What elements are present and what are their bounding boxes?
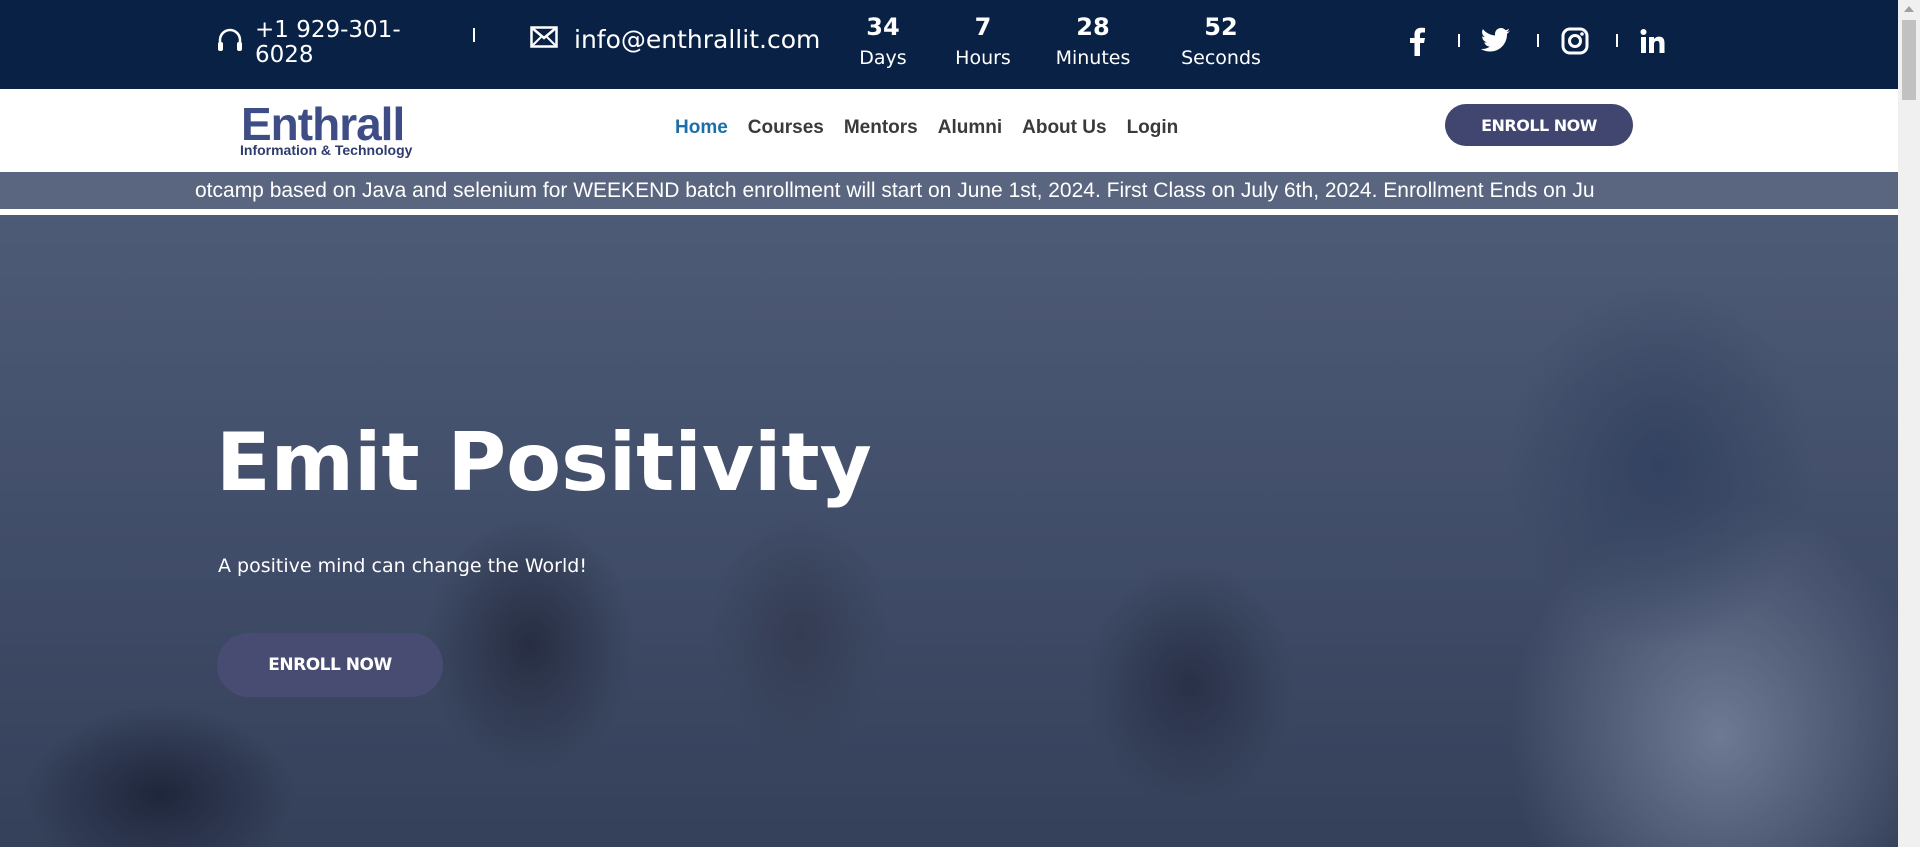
facebook-icon[interactable] bbox=[1400, 24, 1434, 58]
countdown-unit: Hours bbox=[955, 47, 1011, 69]
phone-number[interactable]: +1 929-301-6028 bbox=[255, 18, 405, 68]
site-logo[interactable]: Enthrall Information & Technology bbox=[239, 98, 414, 161]
nav-courses[interactable]: Courses bbox=[748, 117, 824, 139]
countdown-value: 28 bbox=[1076, 13, 1110, 41]
scroll-up-arrow-icon[interactable] bbox=[1904, 6, 1914, 12]
countdown-seconds: 52 Seconds bbox=[1178, 12, 1264, 73]
email-contact[interactable]: info@enthrallit.com bbox=[530, 25, 820, 54]
divider bbox=[1458, 34, 1460, 47]
nav-home[interactable]: Home bbox=[675, 117, 728, 139]
hero-enroll-button[interactable]: ENROLL NOW bbox=[217, 633, 443, 697]
hero-banner: Emit Positivity A positive mind can chan… bbox=[0, 215, 1898, 847]
countdown-unit: Seconds bbox=[1181, 47, 1261, 69]
email-address[interactable]: info@enthrallit.com bbox=[574, 25, 820, 54]
countdown-days: 34 Days bbox=[855, 12, 911, 73]
primary-nav: Home Courses Mentors Alumni About Us Log… bbox=[675, 117, 1198, 139]
announcement-ticker: otcamp based on Java and selenium for WE… bbox=[0, 172, 1898, 209]
phone-contact[interactable]: +1 929-301-6028 bbox=[215, 18, 405, 68]
hero-subtitle: A positive mind can change the World! bbox=[218, 555, 587, 577]
linkedin-icon[interactable] bbox=[1636, 24, 1670, 58]
countdown-value: 7 bbox=[974, 13, 992, 41]
countdown-value: 52 bbox=[1204, 13, 1238, 41]
divider bbox=[473, 28, 475, 42]
enroll-now-button[interactable]: ENROLL NOW bbox=[1445, 104, 1633, 146]
nav-alumni[interactable]: Alumni bbox=[938, 117, 1002, 139]
divider bbox=[1537, 34, 1539, 47]
countdown-value: 34 bbox=[866, 13, 900, 41]
headphones-icon bbox=[215, 26, 245, 61]
logo-tagline: Information & Technology bbox=[240, 142, 413, 158]
countdown-minutes: 28 Minutes bbox=[1055, 12, 1131, 73]
countdown-hours: 7 Hours bbox=[952, 12, 1014, 73]
top-bar: +1 929-301-6028 info@enthrallit.com 34 D… bbox=[0, 0, 1898, 89]
countdown-unit: Minutes bbox=[1055, 47, 1131, 69]
mail-icon bbox=[530, 26, 558, 53]
twitter-icon[interactable] bbox=[1479, 24, 1513, 58]
ticker-message[interactable]: otcamp based on Java and selenium for WE… bbox=[195, 179, 1595, 202]
countdown-unit: Days bbox=[859, 47, 907, 69]
hero-overlay bbox=[0, 215, 1898, 847]
hero-title: Emit Positivity bbox=[216, 416, 872, 509]
nav-about-us[interactable]: About Us bbox=[1022, 117, 1106, 139]
nav-login[interactable]: Login bbox=[1127, 117, 1179, 139]
divider bbox=[1616, 34, 1618, 47]
nav-mentors[interactable]: Mentors bbox=[844, 117, 918, 139]
instagram-icon[interactable] bbox=[1558, 24, 1592, 58]
scrollbar-thumb[interactable] bbox=[1902, 20, 1916, 100]
page-scrollbar[interactable] bbox=[1898, 0, 1920, 847]
ticker-message-viewport: otcamp based on Java and selenium for WE… bbox=[195, 179, 1682, 203]
